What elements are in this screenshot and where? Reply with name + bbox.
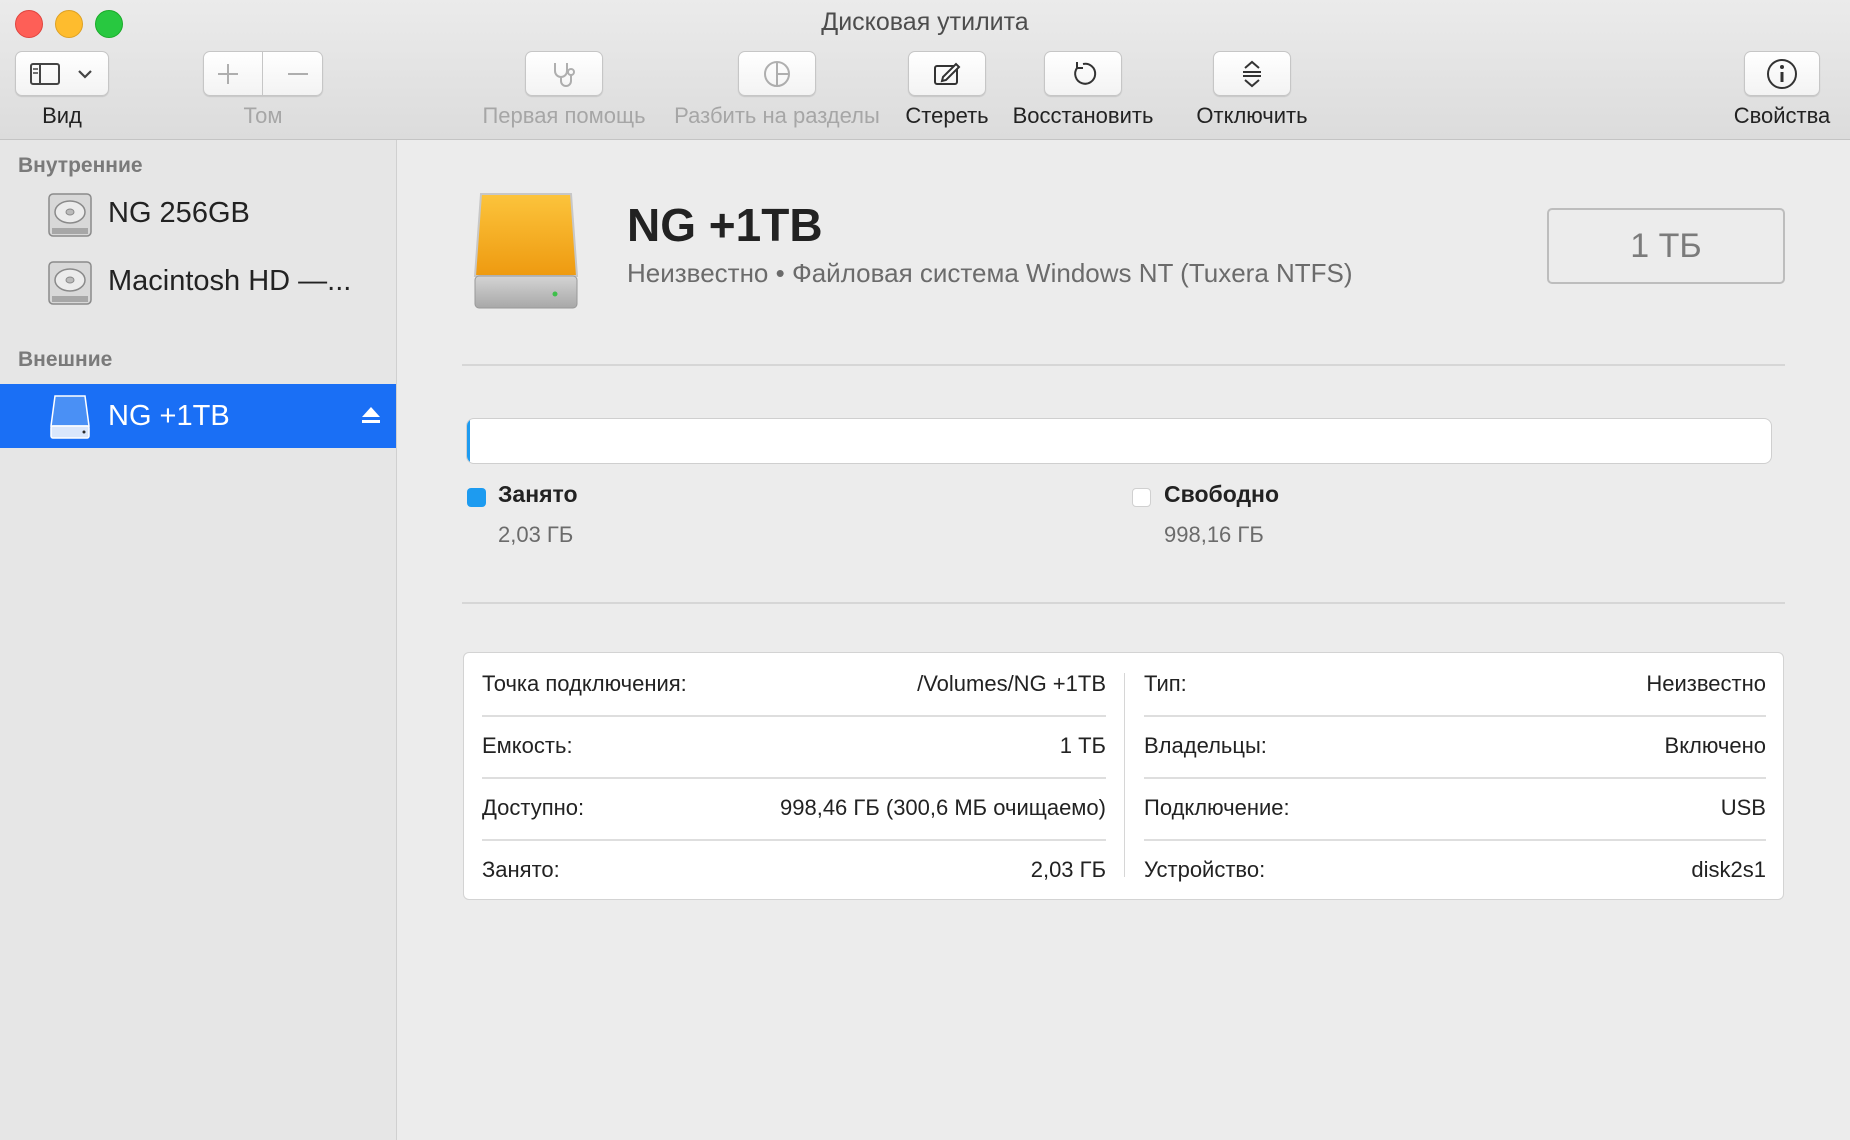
- sidebar-item-ng-256gb[interactable]: NG 256GB: [0, 182, 396, 244]
- info-value: 1 ТБ: [1059, 733, 1106, 758]
- info-table: Точка подключения: /Volumes/NG +1TB Емко…: [463, 652, 1784, 900]
- info-label: Точка подключения:: [482, 671, 687, 696]
- partition-label: Разбить на разделы: [674, 103, 880, 128]
- main-panel: NG +1TB Неизвестно • Файловая система Wi…: [397, 140, 1850, 1140]
- info-label: Устройство:: [1144, 857, 1266, 882]
- sidebar-item-ng-1tb[interactable]: NG +1TB: [0, 384, 396, 448]
- eject-icon[interactable]: [360, 404, 382, 426]
- info-value: Неизвестно: [1646, 671, 1766, 696]
- first-aid-button[interactable]: [525, 51, 603, 96]
- unmount-button[interactable]: [1213, 51, 1291, 96]
- info-value: USB: [1720, 795, 1766, 820]
- usage-bar-used-fill: [467, 419, 470, 463]
- used-color-swatch: [467, 488, 486, 507]
- usage-bar: [466, 418, 1772, 464]
- minus-icon[interactable]: [285, 61, 311, 87]
- info-button[interactable]: [1744, 51, 1820, 96]
- info-row-device: Устройство: disk2s1: [1144, 839, 1766, 901]
- toolbar: Дисковая утилита Вид Том Первая помощь Р…: [0, 0, 1850, 140]
- divider: [462, 364, 1785, 366]
- chevron-down-icon: [78, 69, 92, 79]
- info-value: /Volumes/NG +1TB: [917, 671, 1106, 696]
- stethoscope-icon: [554, 62, 575, 87]
- info-value: 2,03 ГБ: [1030, 857, 1106, 882]
- first-aid-label: Первая помощь: [482, 103, 646, 128]
- sidebar-item-macintosh-hd[interactable]: Macintosh HD —...: [0, 250, 396, 312]
- sidebar-item-label: Macintosh HD —...: [108, 264, 352, 297]
- info-label: Занято:: [482, 857, 560, 882]
- divider: [462, 602, 1785, 604]
- unmount-icon: [1243, 60, 1261, 87]
- external-drive-icon: [50, 395, 90, 439]
- sidebar-icon: [30, 62, 60, 85]
- column-divider: [1124, 673, 1125, 877]
- sidebar-item-label: NG +1TB: [108, 399, 230, 432]
- disk-subtitle: Неизвестно • Файловая система Windows NT…: [627, 258, 1353, 288]
- info-row-available: Доступно: 998,46 ГБ (300,6 МБ очищаемо): [482, 777, 1106, 839]
- view-button[interactable]: [15, 51, 109, 96]
- unmount-label: Отключить: [1196, 103, 1308, 128]
- free-label: Свободно: [1164, 481, 1279, 507]
- internal-drive-icon: [48, 193, 92, 237]
- restore-label: Восстановить: [1012, 103, 1154, 128]
- info-row-type: Тип: Неизвестно: [1144, 653, 1766, 715]
- free-color-swatch: [1132, 488, 1151, 507]
- pie-chart-icon: [764, 60, 790, 87]
- info-value: 998,46 ГБ (300,6 МБ очищаемо): [780, 795, 1106, 820]
- used-value: 2,03 ГБ: [498, 522, 574, 547]
- info-label: Тип:: [1144, 671, 1187, 696]
- restore-arrow-icon: [1074, 61, 1097, 85]
- info-row-capacity: Емкость: 1 ТБ: [482, 715, 1106, 777]
- free-value: 998,16 ГБ: [1164, 522, 1264, 547]
- partition-button[interactable]: [738, 51, 816, 96]
- internal-drive-icon: [48, 261, 92, 305]
- disk-utility-window: Дисковая утилита Вид Том Первая помощь Р…: [0, 0, 1850, 1140]
- info-label: Подключение:: [1144, 795, 1290, 820]
- used-label: Занято: [498, 481, 578, 507]
- volume-label: Том: [243, 103, 283, 128]
- info-label: Свойства: [1733, 103, 1831, 128]
- window-title: Дисковая утилита: [821, 8, 1029, 36]
- internal-section-header: Внутренние: [18, 154, 143, 177]
- view-label: Вид: [42, 103, 82, 128]
- sidebar: Внутренние NG 256GB Macintosh HD —... Вн…: [0, 140, 397, 1140]
- erase-label: Стереть: [905, 103, 989, 128]
- info-label: Емкость:: [482, 733, 573, 758]
- info-label: Доступно:: [482, 795, 585, 820]
- restore-button[interactable]: [1044, 51, 1122, 96]
- info-row-owners: Владельцы: Включено: [1144, 715, 1766, 777]
- erase-button[interactable]: [908, 51, 986, 96]
- sidebar-item-label: NG 256GB: [108, 196, 250, 229]
- plus-icon[interactable]: [215, 61, 241, 87]
- segment-divider: [262, 51, 264, 96]
- info-row-used: Занято: 2,03 ГБ: [482, 839, 1106, 901]
- external-drive-large-icon: [473, 193, 579, 309]
- erase-pencil-icon: [934, 62, 961, 85]
- external-section-header: Внешние: [18, 348, 113, 371]
- volume-segmented-control[interactable]: [203, 51, 323, 96]
- info-label: Владельцы:: [1144, 733, 1267, 758]
- info-value: Включено: [1664, 733, 1766, 758]
- disk-size-badge: 1 ТБ: [1547, 208, 1785, 284]
- info-row-mount-point: Точка подключения: /Volumes/NG +1TB: [482, 653, 1106, 715]
- info-icon: [1767, 58, 1797, 89]
- disk-name: NG +1TB: [627, 199, 823, 251]
- info-value: disk2s1: [1691, 857, 1766, 882]
- info-row-connection: Подключение: USB: [1144, 777, 1766, 839]
